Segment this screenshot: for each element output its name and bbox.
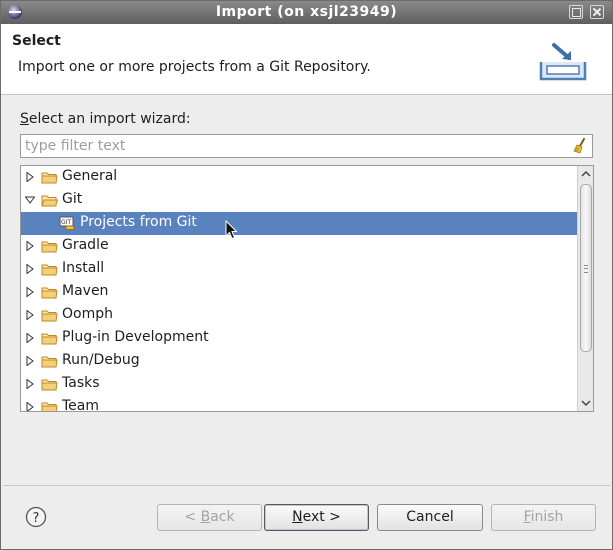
- svg-text:GIT: GIT: [61, 219, 71, 226]
- page-description: Import one or more projects from a Git R…: [18, 59, 371, 75]
- filter-input[interactable]: [21, 135, 565, 157]
- wizard-header: Select Import one or more projects from …: [1, 24, 612, 95]
- git-project-icon: GIT: [59, 216, 75, 230]
- tree-item-label: Tasks: [62, 375, 100, 391]
- import-wizard-icon: [539, 43, 587, 81]
- cancel-button[interactable]: Cancel: [377, 504, 483, 531]
- expand-arrow-icon[interactable]: [25, 241, 35, 251]
- next-label: ext >: [302, 509, 341, 525]
- tree-item-maven[interactable]: Maven: [21, 281, 577, 304]
- tree-item-label: Maven: [62, 283, 109, 299]
- tree-item-tasks[interactable]: Tasks: [21, 373, 577, 396]
- wizard-select-label-text: elect an import wizard:: [28, 111, 191, 127]
- folder-icon: [41, 287, 58, 299]
- finish-mnemonic: F: [523, 509, 531, 525]
- tree-item-label: Oomph: [62, 306, 113, 322]
- next-mnemonic: N: [292, 509, 303, 525]
- filter-field[interactable]: [20, 134, 593, 158]
- tree-item-oomph[interactable]: Oomph: [21, 304, 577, 327]
- folder-icon: [41, 379, 58, 391]
- maximize-button[interactable]: [569, 5, 583, 19]
- expand-arrow-icon[interactable]: [25, 172, 35, 182]
- title-bar[interactable]: Import (on xsjl23949): [1, 1, 612, 24]
- tree-item-run-debug[interactable]: Run/Debug: [21, 350, 577, 373]
- tree-item-plug-in-development[interactable]: Plug-in Development: [21, 327, 577, 350]
- expand-arrow-icon[interactable]: [25, 356, 35, 366]
- tree-item-team[interactable]: Team: [21, 396, 577, 412]
- expand-arrow-icon[interactable]: [25, 402, 35, 412]
- tree-item-label: Projects from Git: [80, 214, 197, 230]
- svg-text:?: ?: [33, 511, 40, 526]
- folder-icon: [41, 264, 58, 276]
- next-button[interactable]: Next >: [264, 504, 369, 531]
- import-dialog: Import (on xsjl23949) Select Import one …: [0, 0, 613, 550]
- expand-arrow-icon[interactable]: [25, 287, 35, 297]
- tree-item-install[interactable]: Install: [21, 258, 577, 281]
- tree-item-label: Team: [62, 398, 100, 412]
- folder-icon: [41, 172, 58, 184]
- scrollbar-thumb[interactable]: [580, 184, 592, 352]
- scroll-down-icon[interactable]: [578, 396, 594, 410]
- scroll-up-icon[interactable]: [578, 167, 594, 181]
- finish-button[interactable]: Finish: [491, 504, 596, 531]
- window-title: Import (on xsjl23949): [215, 4, 398, 20]
- expand-arrow-icon[interactable]: [25, 310, 35, 320]
- tree-item-label: Install: [62, 260, 105, 276]
- tree-item-gradle[interactable]: Gradle: [21, 235, 577, 258]
- folder-icon: [41, 310, 58, 322]
- tree-item-label: General: [62, 168, 118, 184]
- folder-icon: [41, 241, 58, 253]
- tree-item-general[interactable]: General: [21, 166, 577, 189]
- expand-arrow-icon[interactable]: [25, 333, 35, 343]
- tree-item-projects-from-git[interactable]: GIT Projects from Git: [21, 212, 577, 235]
- wizard-select-label: Select an import wizard:: [20, 111, 191, 127]
- tree-item-label: Git: [62, 191, 83, 207]
- button-bar-divider: [3, 485, 610, 486]
- mouse-pointer-icon: [225, 220, 237, 240]
- help-icon[interactable]: ?: [25, 506, 47, 528]
- tree-item-label: Gradle: [62, 237, 109, 253]
- back-mnemonic: B: [200, 509, 211, 525]
- wizard-tree[interactable]: General Git GIT Projects from Git Gradle…: [20, 165, 594, 412]
- clear-filter-icon[interactable]: [572, 138, 588, 154]
- close-button[interactable]: [590, 5, 604, 19]
- back-button[interactable]: < Back: [157, 504, 262, 531]
- tree-item-label: Plug-in Development: [62, 329, 209, 345]
- tree-item-git[interactable]: Git: [21, 189, 577, 212]
- scrollbar-grip-icon: [584, 265, 588, 273]
- expand-arrow-icon[interactable]: [25, 264, 35, 274]
- back-label: ack: [210, 509, 235, 525]
- collapse-arrow-icon[interactable]: [25, 195, 35, 205]
- folder-icon: [41, 402, 58, 411]
- folder-icon: [41, 356, 58, 368]
- folder-icon: [41, 333, 58, 345]
- mnemonic-s: S: [20, 111, 29, 127]
- finish-label: inish: [530, 509, 564, 525]
- expand-arrow-icon[interactable]: [25, 379, 35, 389]
- page-title: Select: [12, 33, 61, 49]
- folder-open-icon: [41, 195, 58, 207]
- back-label-prefix: <: [184, 509, 201, 525]
- tree-scrollbar[interactable]: [577, 166, 594, 411]
- tree-item-label: Run/Debug: [62, 352, 140, 368]
